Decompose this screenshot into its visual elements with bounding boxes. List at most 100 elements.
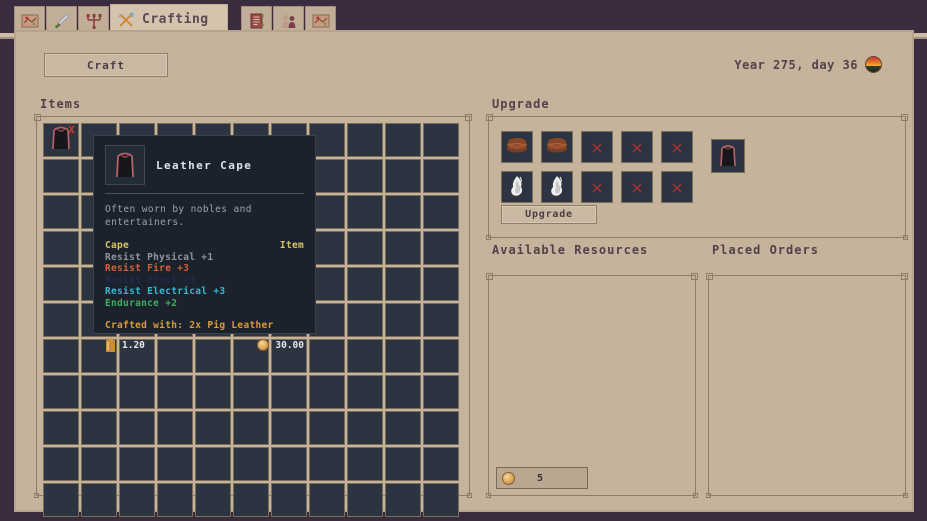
item-slot-empty[interactable] [81,411,117,445]
tooltip-divider [105,193,304,194]
upgrade-slot-locked[interactable]: ✕ [661,171,693,203]
item-slot-empty[interactable] [309,375,345,409]
item-slot-empty[interactable] [385,231,421,265]
item-slot-empty[interactable] [347,159,383,193]
item-slot-empty[interactable] [423,375,459,409]
item-slot-empty[interactable] [81,375,117,409]
item-slot-empty[interactable] [423,267,459,301]
item-slot-empty[interactable] [157,375,193,409]
item-slot-empty[interactable] [119,483,155,517]
item-slot-empty[interactable] [43,447,79,481]
locked-icon: ✕ [631,177,643,197]
item-slot-empty[interactable] [195,411,231,445]
item-slot-empty[interactable] [347,195,383,229]
item-slot-empty[interactable] [157,483,193,517]
upgrade-slot-locked[interactable]: ✕ [621,131,653,163]
item-slot-empty[interactable] [347,411,383,445]
item-slot-empty[interactable] [347,483,383,517]
craft-button[interactable]: Craft [44,53,168,77]
item-slot-empty[interactable] [119,411,155,445]
item-slot-empty[interactable] [385,411,421,445]
item-slot-empty[interactable] [119,375,155,409]
item-slot-empty[interactable] [309,483,345,517]
item-slot-empty[interactable] [423,483,459,517]
coin-balance[interactable]: 5 [496,467,588,489]
item-slot-empty[interactable] [43,267,79,301]
upgrade-slot-flame[interactable] [501,171,533,203]
upgrade-button[interactable]: Upgrade [501,205,597,224]
item-slot-empty[interactable] [423,123,459,157]
item-slot-empty[interactable] [423,159,459,193]
coin-value: 5 [515,473,587,484]
item-slot-empty[interactable] [157,447,193,481]
item-slot-empty[interactable] [43,231,79,265]
item-slot-empty[interactable] [385,195,421,229]
remove-badge-icon[interactable]: x [66,124,77,135]
item-slot-empty[interactable] [347,339,383,373]
item-slot-empty[interactable] [233,447,269,481]
item-slot-empty[interactable] [43,195,79,229]
tech-tree-icon [84,11,104,31]
item-slot-empty[interactable] [423,411,459,445]
locked-icon: ✕ [591,137,603,157]
upgrade-preview-slot[interactable] [711,139,745,173]
upgrade-slot-locked[interactable]: ✕ [581,131,613,163]
upgrade-slot-leather[interactable] [541,131,573,163]
item-slot-empty[interactable] [423,447,459,481]
item-slot-empty[interactable] [43,483,79,517]
upgrade-slot-row-1[interactable]: ✕✕✕ [501,131,693,163]
item-slot-empty[interactable] [195,375,231,409]
item-slot-empty[interactable] [271,447,307,481]
item-slot-empty[interactable] [233,375,269,409]
date-display: Year 275, day 36 [734,56,882,73]
item-slot-empty[interactable] [423,339,459,373]
item-slot-empty[interactable] [385,123,421,157]
upgrade-slot-flame[interactable] [541,171,573,203]
item-slot-empty[interactable] [423,303,459,337]
item-slot-empty[interactable] [347,447,383,481]
item-slot-empty[interactable] [43,159,79,193]
item-slot-empty[interactable] [271,411,307,445]
item-slot-empty[interactable] [385,375,421,409]
book-icon [247,11,267,31]
item-slot-filled[interactable]: x [43,123,79,157]
item-slot-empty[interactable] [347,267,383,301]
item-slot-empty[interactable] [233,483,269,517]
tooltip-item-icon-box [105,145,145,185]
item-slot-empty[interactable] [195,483,231,517]
item-slot-empty[interactable] [309,339,345,373]
item-slot-empty[interactable] [385,267,421,301]
item-slot-empty[interactable] [271,483,307,517]
item-slot-empty[interactable] [385,339,421,373]
item-slot-empty[interactable] [309,411,345,445]
item-slot-empty[interactable] [119,447,155,481]
item-slot-empty[interactable] [347,231,383,265]
item-slot-empty[interactable] [385,483,421,517]
item-slot-empty[interactable] [43,411,79,445]
item-slot-empty[interactable] [43,375,79,409]
item-slot-empty[interactable] [233,411,269,445]
item-slot-empty[interactable] [347,303,383,337]
item-slot-empty[interactable] [385,303,421,337]
item-slot-empty[interactable] [81,447,117,481]
upgrade-slot-row-2[interactable]: ✕ ✕ ✕ [501,171,693,203]
upgrade-slot-locked[interactable]: ✕ [661,131,693,163]
item-slot-empty[interactable] [423,195,459,229]
item-slot-empty[interactable] [309,447,345,481]
upgrade-slot-leather[interactable] [501,131,533,163]
upgrade-slot-locked[interactable]: ✕ [581,171,613,203]
item-slot-empty[interactable] [157,411,193,445]
item-slot-empty[interactable] [347,123,383,157]
map-icon [311,11,331,31]
item-slot-empty[interactable] [271,375,307,409]
item-slot-empty[interactable] [347,375,383,409]
item-slot-empty[interactable] [43,339,79,373]
tooltip-gold-cost: 30.00 [257,339,304,351]
upgrade-slot-locked[interactable]: ✕ [621,171,653,203]
item-slot-empty[interactable] [81,483,117,517]
item-slot-empty[interactable] [43,303,79,337]
item-slot-empty[interactable] [385,447,421,481]
item-slot-empty[interactable] [195,447,231,481]
item-slot-empty[interactable] [423,231,459,265]
item-slot-empty[interactable] [385,159,421,193]
